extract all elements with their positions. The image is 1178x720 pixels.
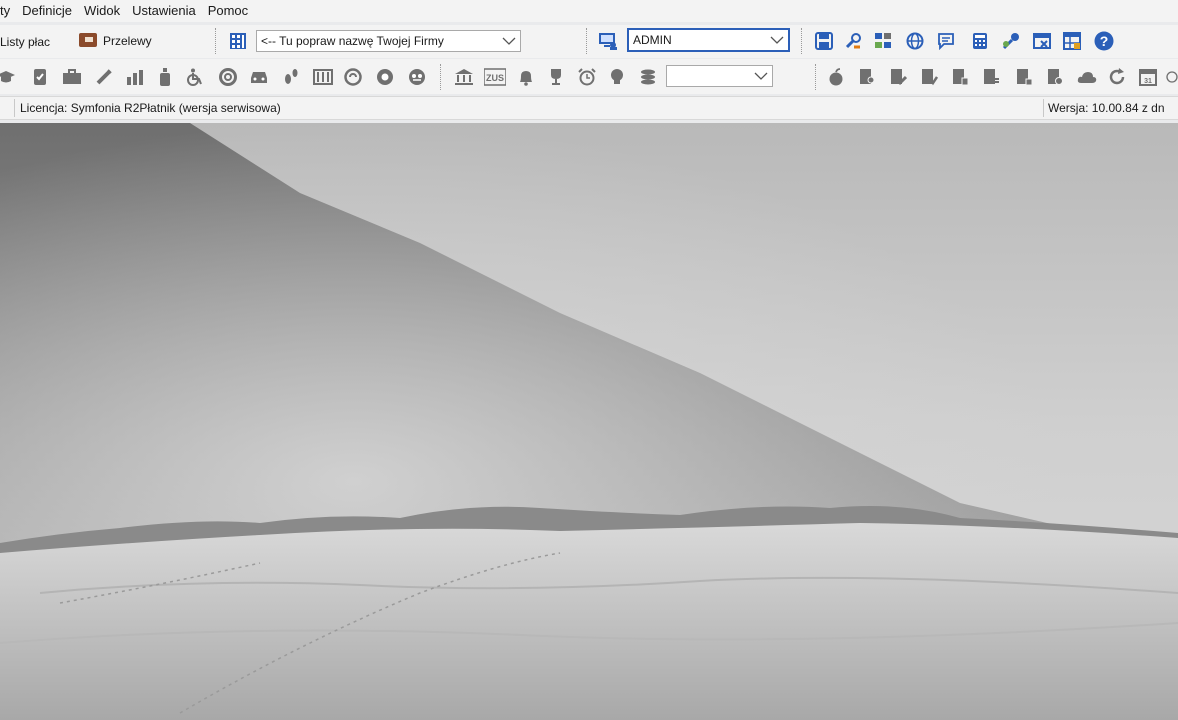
listy-plac-button[interactable]: Listy płac (0, 33, 50, 51)
key-icon[interactable] (1000, 31, 1022, 51)
bottle-icon[interactable] (156, 67, 174, 87)
version-text: Wersja: 10.00.84 z dn (1048, 101, 1165, 115)
disc-icon[interactable] (343, 67, 363, 87)
main-toolbar: Listy płac Przelewy <-- Tu popraw nazwę … (0, 25, 1178, 58)
status-bar: Licencja: Symfonia R2Płatnik (wersja ser… (0, 96, 1178, 120)
status-separator (1043, 99, 1044, 117)
chart-icon[interactable] (125, 67, 145, 87)
listy-plac-label: Listy płac (0, 35, 51, 49)
save-icon[interactable] (814, 31, 834, 51)
doc-seal-icon[interactable] (1045, 67, 1065, 87)
briefcase-icon[interactable] (61, 67, 83, 87)
network-icon[interactable] (873, 31, 893, 51)
menu-item-widok[interactable]: Widok (78, 0, 126, 22)
barcode-icon[interactable] (312, 67, 334, 87)
badge-icon[interactable] (407, 67, 427, 87)
apple-icon[interactable] (826, 67, 846, 87)
toolbar-separator (440, 64, 441, 90)
calculator-icon[interactable] (970, 31, 990, 51)
bell-icon[interactable] (516, 67, 536, 87)
doc-group-icon[interactable] (950, 67, 970, 87)
menu-item-pomoc[interactable]: Pomoc (202, 0, 254, 22)
toolbar-separator (801, 28, 802, 54)
bank-icon[interactable] (453, 67, 475, 87)
alarm-clock-icon[interactable] (577, 67, 597, 87)
cloud-icon[interactable] (1076, 67, 1098, 87)
help-icon[interactable]: ? (1093, 30, 1115, 52)
company-select[interactable]: <-- Tu popraw nazwę Twojej Firmy (256, 30, 521, 52)
company-select-value: <-- Tu popraw nazwę Twojej Firmy (261, 34, 444, 48)
menu-bar: ty Definicje Widok Ustawienia Pomoc (0, 0, 1178, 22)
przelewy-button[interactable]: Przelewy (79, 32, 152, 50)
przelewy-label: Przelewy (103, 34, 152, 48)
toolbar-separator (215, 28, 216, 54)
syringe-icon[interactable] (94, 67, 114, 87)
refresh-icon[interactable] (1107, 67, 1127, 87)
menu-item-raporty[interactable]: ty (0, 0, 16, 22)
svg-text:?: ? (1100, 33, 1109, 49)
toolbar-separator (586, 28, 587, 54)
user-terminal-icon (597, 31, 619, 51)
window-close-icon[interactable] (1032, 31, 1052, 51)
toolbar-separator (815, 64, 816, 90)
zus-icon[interactable]: ZUS (484, 67, 506, 87)
tools-icon[interactable] (843, 31, 863, 51)
car-icon[interactable] (249, 67, 269, 87)
menu-item-definicje[interactable]: Definicje (16, 0, 78, 22)
shield-icon[interactable] (375, 67, 395, 87)
globe-icon[interactable] (905, 31, 925, 51)
user-select-value: ADMIN (633, 33, 672, 47)
calendar-icon[interactable]: 31 (1138, 67, 1158, 87)
bulb-icon[interactable] (608, 67, 626, 87)
secondary-toolbar: ZUS 31 (0, 59, 1178, 94)
doc-edit-icon[interactable] (888, 67, 908, 87)
svg-text:31: 31 (1144, 78, 1152, 85)
chevron-down-icon (766, 30, 788, 50)
doc-person-icon[interactable] (857, 67, 877, 87)
coins-icon[interactable] (638, 67, 658, 87)
table-icon[interactable] (1062, 31, 1082, 51)
clock-icon[interactable] (1166, 67, 1178, 87)
status-separator (14, 99, 15, 117)
license-text: Licencja: Symfonia R2Płatnik (wersja ser… (20, 101, 281, 115)
menu-item-ustawienia[interactable]: Ustawienia (126, 0, 202, 22)
chevron-down-icon (750, 66, 772, 86)
desktop-background-image (0, 123, 1178, 720)
doc-list-icon[interactable] (981, 67, 1001, 87)
transfer-icon (79, 32, 97, 50)
doc-stamp-icon[interactable] (1014, 67, 1034, 87)
wheelchair-icon[interactable] (184, 67, 204, 87)
doc-check-icon[interactable] (919, 67, 939, 87)
user-select[interactable]: ADMIN (627, 28, 790, 52)
svg-text:ZUS: ZUS (486, 73, 504, 83)
company-building-icon (228, 31, 248, 51)
chevron-down-icon (498, 31, 520, 51)
trophy-icon[interactable] (546, 67, 566, 87)
message-icon[interactable] (936, 31, 956, 51)
education-icon[interactable] (0, 67, 16, 87)
medal-icon[interactable] (30, 67, 50, 87)
lifebuoy-icon[interactable] (218, 67, 238, 87)
footprints-icon[interactable] (281, 67, 301, 87)
filter-select[interactable] (666, 65, 773, 87)
